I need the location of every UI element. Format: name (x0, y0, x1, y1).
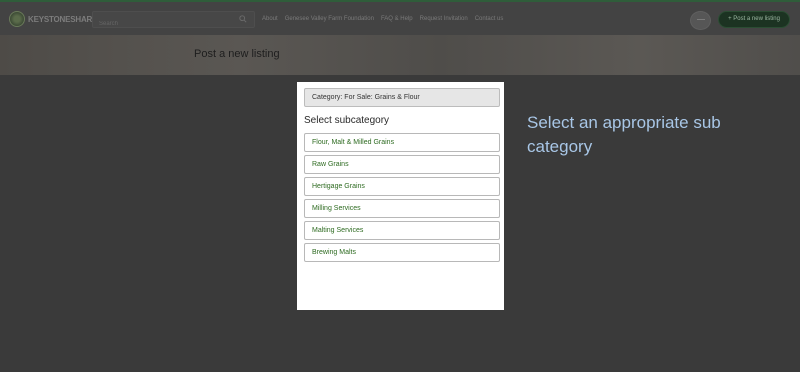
top-navigation-bar: KEYSTONESHARE About Genesee Valley Farm … (0, 0, 800, 35)
search-input[interactable] (93, 16, 233, 32)
selected-category[interactable]: Category: For Sale: Grains & Flour (304, 88, 500, 107)
page-title: Post a new listing (194, 48, 280, 60)
post-listing-button[interactable]: + Post a new listing (718, 11, 790, 28)
avatar-dash-icon (697, 19, 705, 20)
search-icon[interactable] (239, 15, 247, 23)
subcategory-option-brewing-malts[interactable]: Brewing Malts (304, 243, 500, 262)
subcategory-option-milling-services[interactable]: Milling Services (304, 199, 500, 218)
search-box (92, 11, 255, 32)
instruction-text: Select an appropriate sub category (527, 113, 721, 156)
nav-link-foundation[interactable]: Genesee Valley Farm Foundation (285, 16, 374, 22)
subcategory-heading: Select subcategory (304, 115, 390, 126)
nav-link-request-invitation[interactable]: Request Invitation (420, 16, 468, 22)
subcategory-option-raw-grains[interactable]: Raw Grains (304, 155, 500, 174)
subcategory-option-malting-services[interactable]: Malting Services (304, 221, 500, 240)
main-nav: About Genesee Valley Farm Foundation FAQ… (262, 16, 503, 22)
logo-icon (9, 11, 25, 27)
subcategory-option-heritage-grains[interactable]: Hertigage Grains (304, 177, 500, 196)
site-logo[interactable]: KEYSTONESHARE (9, 10, 97, 28)
subcategory-option-flour-malt-milled[interactable]: Flour, Malt & Milled Grains (304, 133, 500, 152)
subcategory-modal: Category: For Sale: Grains & Flour Selec… (297, 82, 504, 310)
nav-link-about[interactable]: About (262, 16, 278, 22)
subcategory-list: Flour, Malt & Milled Grains Raw Grains H… (304, 133, 500, 265)
logo-text: KEYSTONESHARE (28, 14, 98, 24)
nav-link-contact[interactable]: Contact us (475, 16, 504, 22)
hero-banner: Post a new listing (0, 35, 800, 75)
nav-link-faq[interactable]: FAQ & Help (381, 16, 413, 22)
user-avatar[interactable] (690, 11, 711, 30)
